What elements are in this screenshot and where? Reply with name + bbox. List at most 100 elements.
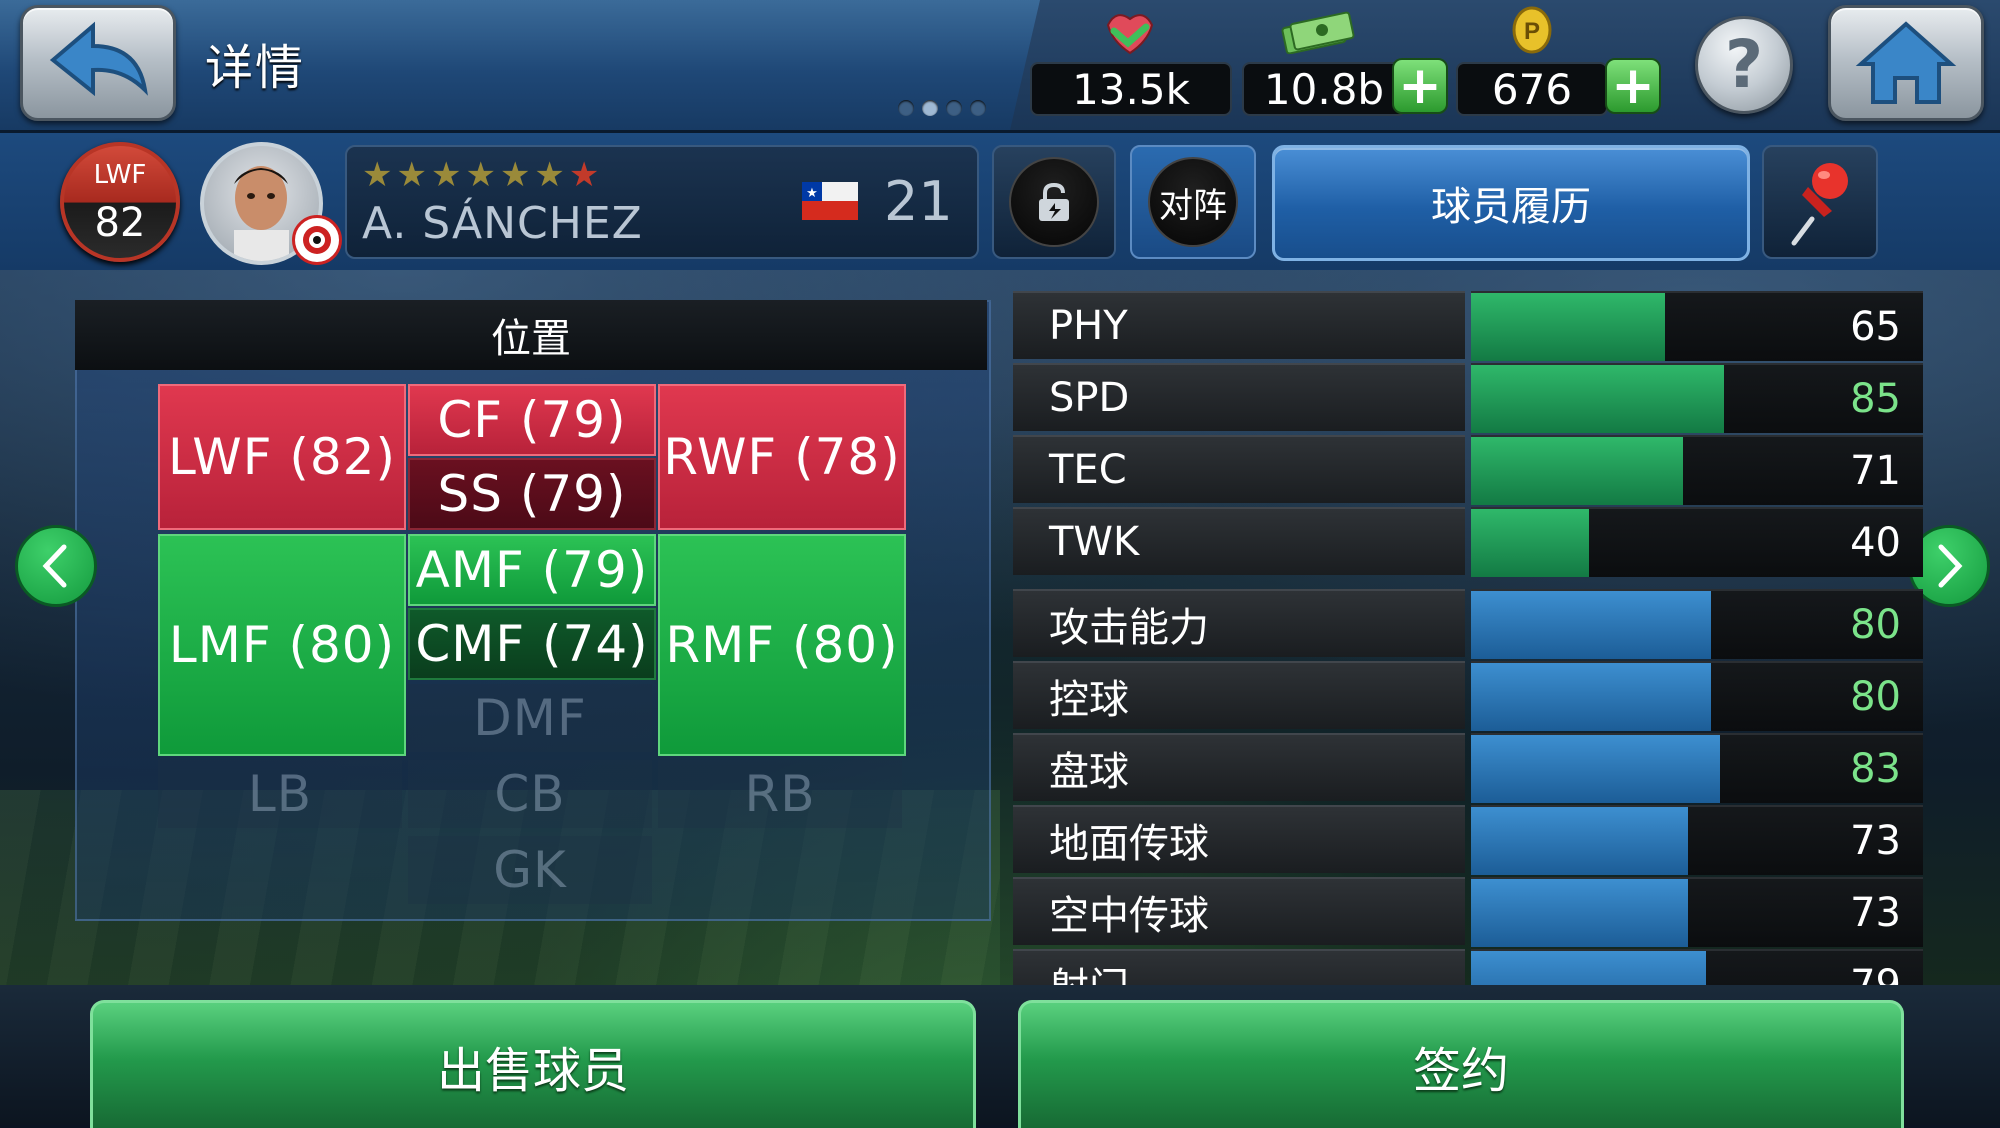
stat-label: 空中传球 — [1013, 877, 1465, 945]
stat-value: 65 — [1850, 304, 1901, 350]
page-title: 详情 — [205, 40, 306, 96]
star-icon: ★ — [465, 155, 496, 195]
stat-value: 40 — [1850, 520, 1901, 566]
pin-icon — [1791, 163, 1848, 246]
previous-player-button[interactable] — [15, 525, 97, 607]
stat-label: PHY — [1013, 291, 1465, 359]
stat-fill — [1471, 509, 1589, 577]
position-ss: SS (79) — [408, 458, 656, 530]
position-cb: CB — [408, 760, 652, 828]
stat-bar: 73 — [1471, 805, 1923, 875]
chevron-right-icon — [1938, 544, 1963, 588]
stat-label: 控球 — [1013, 661, 1465, 729]
plus-icon: + — [1398, 56, 1442, 116]
stat-row: 控球 80 — [1013, 661, 1923, 731]
stat-label: SPD — [1013, 363, 1465, 431]
stat-value: 79 — [1850, 962, 1901, 985]
star-icon: ★ — [499, 155, 531, 195]
svg-text:P: P — [1524, 18, 1540, 45]
stat-value: 85 — [1850, 376, 1901, 422]
position-rb: RB — [658, 760, 902, 828]
stat-bar: 65 — [1471, 291, 1923, 361]
add-coins-button[interactable]: + — [1605, 58, 1661, 114]
stat-label: 射门 — [1013, 949, 1465, 985]
page-dot-active — [922, 100, 938, 116]
chevron-left-icon — [42, 544, 67, 588]
player-name: A. SÁNCHEZ — [362, 198, 643, 249]
plus-icon: + — [1611, 56, 1655, 116]
coin-counter: 676 — [1456, 62, 1608, 116]
coin-icon: P — [1512, 6, 1552, 54]
position-panel-title: 位置 — [75, 300, 987, 370]
stat-value: 83 — [1850, 746, 1901, 792]
stat-bar: 85 — [1471, 363, 1923, 433]
stat-value: 73 — [1850, 890, 1901, 936]
stat-row: 地面传球 73 — [1013, 805, 1923, 875]
stat-bar: 73 — [1471, 877, 1923, 947]
stat-bar: 80 — [1471, 589, 1923, 659]
club-badge-icon — [292, 215, 342, 265]
page-indicator — [898, 100, 986, 116]
stat-value: 71 — [1850, 448, 1901, 494]
stat-row: 盘球 83 — [1013, 733, 1923, 803]
stat-fill — [1471, 591, 1711, 659]
position-label: LWF — [93, 160, 147, 190]
position-rmf: RMF (80) — [658, 534, 906, 756]
svg-text:★: ★ — [806, 186, 818, 201]
help-button[interactable]: ? — [1695, 16, 1793, 114]
stat-row: 空中传球 73 — [1013, 877, 1923, 947]
player-stars: ★ ★ ★ ★ ★ ★ ★ — [362, 158, 599, 192]
stat-bar: 80 — [1471, 661, 1923, 731]
stat-fill — [1471, 879, 1688, 947]
stat-row: 攻击能力 80 — [1013, 589, 1923, 659]
stat-row: TEC 71 — [1013, 435, 1923, 505]
star-icon: ★ — [362, 155, 393, 195]
position-rwf: RWF (78) — [658, 384, 906, 530]
lineup-button[interactable]: 对阵 — [1130, 145, 1256, 259]
back-arrow-icon — [49, 21, 148, 97]
chile-flag-icon: ★ — [802, 182, 858, 220]
gp-handshake-icon — [1106, 14, 1154, 55]
position-gk: GK — [408, 836, 652, 904]
position-lwf: LWF (82) — [158, 384, 406, 530]
page-dot — [970, 100, 986, 116]
star-icon: ★ — [396, 155, 427, 195]
position-cmf: CMF (74) — [408, 608, 656, 680]
sell-player-button[interactable]: 出售球员 — [90, 1000, 976, 1128]
star-icon: ★ — [568, 155, 600, 195]
stat-row: PHY 65 — [1013, 291, 1923, 361]
page-dot — [946, 100, 962, 116]
position-cf: CF (79) — [408, 384, 656, 456]
stat-fill — [1471, 735, 1720, 803]
home-icon — [1855, 21, 1957, 104]
lineup-label: 对阵 — [1159, 185, 1227, 226]
lock-icon-wrap — [1009, 157, 1099, 247]
stat-label: TEC — [1013, 435, 1465, 503]
back-button[interactable] — [20, 5, 176, 121]
stat-fill — [1471, 663, 1711, 731]
stat-value: 80 — [1850, 674, 1901, 720]
stat-fill — [1471, 293, 1665, 361]
money-icon — [1281, 11, 1355, 54]
stat-value: 80 — [1850, 602, 1901, 648]
player-history-button[interactable]: 球员履历 — [1272, 145, 1750, 261]
lock-button[interactable] — [992, 145, 1116, 259]
star-icon: ★ — [430, 155, 462, 195]
pin-button[interactable] — [1762, 145, 1878, 259]
stat-label: 地面传球 — [1013, 805, 1465, 873]
stat-fill — [1471, 437, 1683, 505]
stat-row: SPD 85 — [1013, 363, 1923, 433]
add-money-button[interactable]: + — [1392, 58, 1448, 114]
position-lmf: LMF (80) — [158, 534, 406, 756]
rating-value: 82 — [94, 200, 146, 246]
sign-contract-button[interactable]: 签约 — [1018, 1000, 1904, 1128]
stat-fill — [1471, 365, 1724, 433]
stat-bar: 71 — [1471, 435, 1923, 505]
stat-row: 射门 79 — [1013, 949, 1923, 985]
position-lb: LB — [158, 760, 402, 828]
position-amf: AMF (79) — [408, 534, 656, 606]
stat-value: 73 — [1850, 818, 1901, 864]
stat-label: TWK — [1013, 507, 1465, 575]
home-button[interactable] — [1828, 5, 1984, 121]
money-counter: 10.8b — [1242, 62, 1406, 116]
